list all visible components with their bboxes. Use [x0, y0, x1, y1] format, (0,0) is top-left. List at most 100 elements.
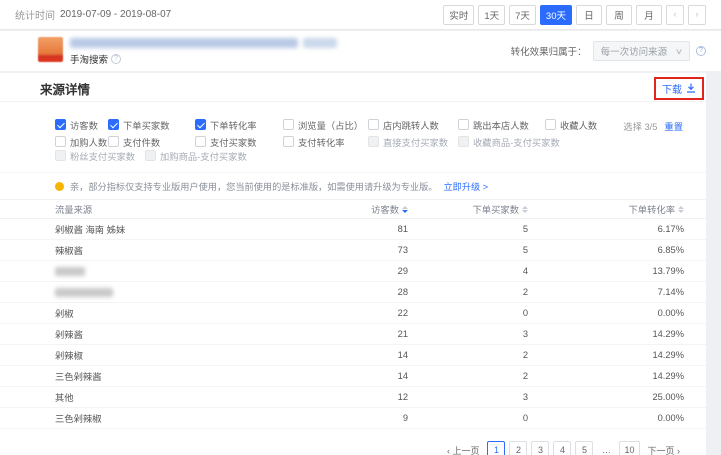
metric-checkbox-1-2[interactable]: 下单买家数	[108, 118, 170, 131]
column-header-2[interactable]: 下单买家数	[473, 202, 529, 216]
info-icon[interactable]: ?	[111, 54, 121, 64]
order-buyers-value: 5	[523, 224, 528, 234]
order-buyers-value: 4	[523, 266, 528, 276]
metric-checkbox-1-5[interactable]: 店内跳转人数	[368, 118, 439, 131]
range-button-2[interactable]: 1天	[478, 5, 505, 25]
selection-count: 选择 3/5	[623, 119, 657, 133]
table-row: 剁辣椒14214.29%	[0, 345, 706, 366]
metric-checkbox-1-4[interactable]: 浏览量（占比）	[283, 118, 363, 131]
pagination-prev[interactable]: ‹ 上一页	[443, 441, 484, 455]
column-header-3[interactable]: 下单转化率	[629, 202, 685, 216]
metric-label: 浏览量（占比）	[298, 118, 363, 132]
checkbox-icon	[283, 119, 294, 130]
attribution-select[interactable]: 每一次访问来源 ∨	[593, 41, 690, 61]
pagination-page-10[interactable]: 10	[619, 441, 639, 455]
checkbox-icon	[368, 119, 379, 130]
attribution-control: 转化效果归属于： 每一次访问来源 ∨ ?	[511, 41, 706, 61]
sort-carets-icon[interactable]	[402, 206, 408, 213]
metric-checkbox-2-1[interactable]: 加购人数	[55, 135, 107, 148]
help-icon[interactable]: ?	[696, 46, 706, 56]
column-header-1[interactable]: 访客数	[371, 202, 408, 216]
source-name-cell: 其他	[55, 390, 298, 404]
checkbox-icon	[108, 119, 119, 130]
next-period-button[interactable]: ›	[688, 5, 706, 25]
download-highlight-box: 下载	[654, 77, 704, 100]
product-title-line	[70, 38, 337, 48]
table-row: 剁椒酱 海南 姊妹8156.17%	[0, 219, 706, 240]
conversion-rate-value: 14.29%	[652, 371, 684, 381]
download-icon	[686, 83, 696, 93]
metric-label: 跳出本店人数	[473, 118, 529, 132]
range-button-7[interactable]: 月	[636, 5, 662, 25]
range-button-5[interactable]: 日	[576, 5, 602, 25]
visitors-value: 12	[398, 392, 408, 402]
metric-label: 店内跳转人数	[383, 118, 439, 132]
source-name-cell	[55, 287, 298, 297]
product-info: 手淘搜索 ?	[70, 37, 337, 66]
metric-checkbox-3-1: 粉丝支付买家数	[55, 149, 135, 162]
metric-checkbox-1-6[interactable]: 跳出本店人数	[458, 118, 529, 131]
metric-checkbox-3-2: 加购商品-支付买家数	[145, 149, 247, 162]
visitors-value: 29	[398, 266, 408, 276]
source-detail-panel: 来源详情 下载 选择 3/5 重置 访客数下单买家数下单转化率浏览量（占比）店内…	[0, 73, 706, 455]
pagination-page-3[interactable]: 3	[531, 441, 549, 455]
checkbox-icon	[283, 136, 294, 147]
metric-label: 下单买家数	[123, 118, 170, 132]
conversion-rate-value: 6.17%	[658, 224, 684, 234]
stat-time-label: 统计时间	[15, 7, 55, 22]
metric-checkbox-1-1[interactable]: 访客数	[55, 118, 98, 131]
visitors-value: 73	[398, 245, 408, 255]
pagination-page-4[interactable]: 4	[553, 441, 571, 455]
metric-label: 访客数	[70, 118, 98, 132]
metric-label: 支付买家数	[210, 135, 257, 149]
order-buyers-value: 2	[523, 350, 528, 360]
table-header: 流量来源 访客数下单买家数下单转化率	[0, 199, 706, 219]
order-buyers-value: 0	[523, 413, 528, 423]
metric-checkbox-1-3[interactable]: 下单转化率	[195, 118, 257, 131]
download-button[interactable]: 下载	[662, 81, 696, 96]
metric-label: 直接支付买家数	[383, 135, 448, 149]
metric-label: 下单转化率	[210, 118, 257, 132]
range-button-3[interactable]: 7天	[509, 5, 536, 25]
date-range-group: 实时1天7天30天日周月‹›	[443, 5, 706, 25]
sort-carets-icon[interactable]	[678, 206, 684, 213]
table-row: 剁辣酱21314.29%	[0, 324, 706, 345]
stat-time: 统计时间 2019-07-09 - 2019-08-07	[15, 7, 171, 22]
conversion-rate-value: 13.79%	[652, 266, 684, 276]
metric-label: 粉丝支付买家数	[70, 149, 135, 163]
checkbox-icon	[458, 119, 469, 130]
upgrade-link[interactable]: 立即升级 >	[444, 179, 489, 193]
checkbox-icon	[55, 119, 66, 130]
metric-label: 加购商品-支付买家数	[160, 149, 247, 163]
sort-carets-icon[interactable]	[522, 206, 528, 213]
range-button-6[interactable]: 周	[606, 5, 632, 25]
conversion-rate-value: 0.00%	[658, 308, 684, 318]
metric-checkbox-2-3[interactable]: 支付买家数	[195, 135, 257, 148]
range-button-1[interactable]: 实时	[443, 5, 474, 25]
source-name-cell: 剁椒	[55, 306, 298, 320]
metric-label: 收藏商品-支付买家数	[473, 135, 560, 149]
prev-period-button[interactable]: ‹	[666, 5, 684, 25]
range-button-4[interactable]: 30天	[540, 5, 572, 25]
pagination-page-2[interactable]: 2	[509, 441, 527, 455]
source-name-cell: 三色剁辣酱	[55, 369, 298, 383]
checkbox-icon	[195, 119, 206, 130]
pagination-page-1[interactable]: 1	[487, 441, 505, 455]
visitors-value: 21	[398, 329, 408, 339]
order-buyers-value: 3	[523, 329, 528, 339]
order-buyers-value: 2	[523, 371, 528, 381]
pagination: ‹ 上一页12345…10下一页 ›	[0, 441, 706, 455]
reset-link[interactable]: 重置	[664, 119, 683, 133]
metric-selector: 选择 3/5 重置 访客数 下单买家数 下单转化率 浏览量（占比） 店内跳转人数 跳出本店…	[0, 118, 706, 162]
conversion-rate-value: 0.00%	[658, 413, 684, 423]
pagination-page-5[interactable]: 5	[575, 441, 593, 455]
source-name-cell: 三色剁辣椒	[55, 411, 298, 425]
pagination-next[interactable]: 下一页 ›	[644, 441, 685, 455]
stat-time-bar: 统计时间 2019-07-09 - 2019-08-07 实时1天7天30天日周…	[0, 0, 721, 30]
blurred-source-name	[55, 267, 85, 276]
source-table: 流量来源 访客数下单买家数下单转化率 剁椒酱 海南 姊妹8156.17%辣椒酱7…	[0, 199, 706, 429]
metric-checkbox-1-7[interactable]: 收藏人数	[545, 118, 597, 131]
checkbox-icon	[55, 136, 66, 147]
metric-checkbox-2-2[interactable]: 支付件数	[108, 135, 160, 148]
metric-checkbox-2-4[interactable]: 支付转化率	[283, 135, 345, 148]
